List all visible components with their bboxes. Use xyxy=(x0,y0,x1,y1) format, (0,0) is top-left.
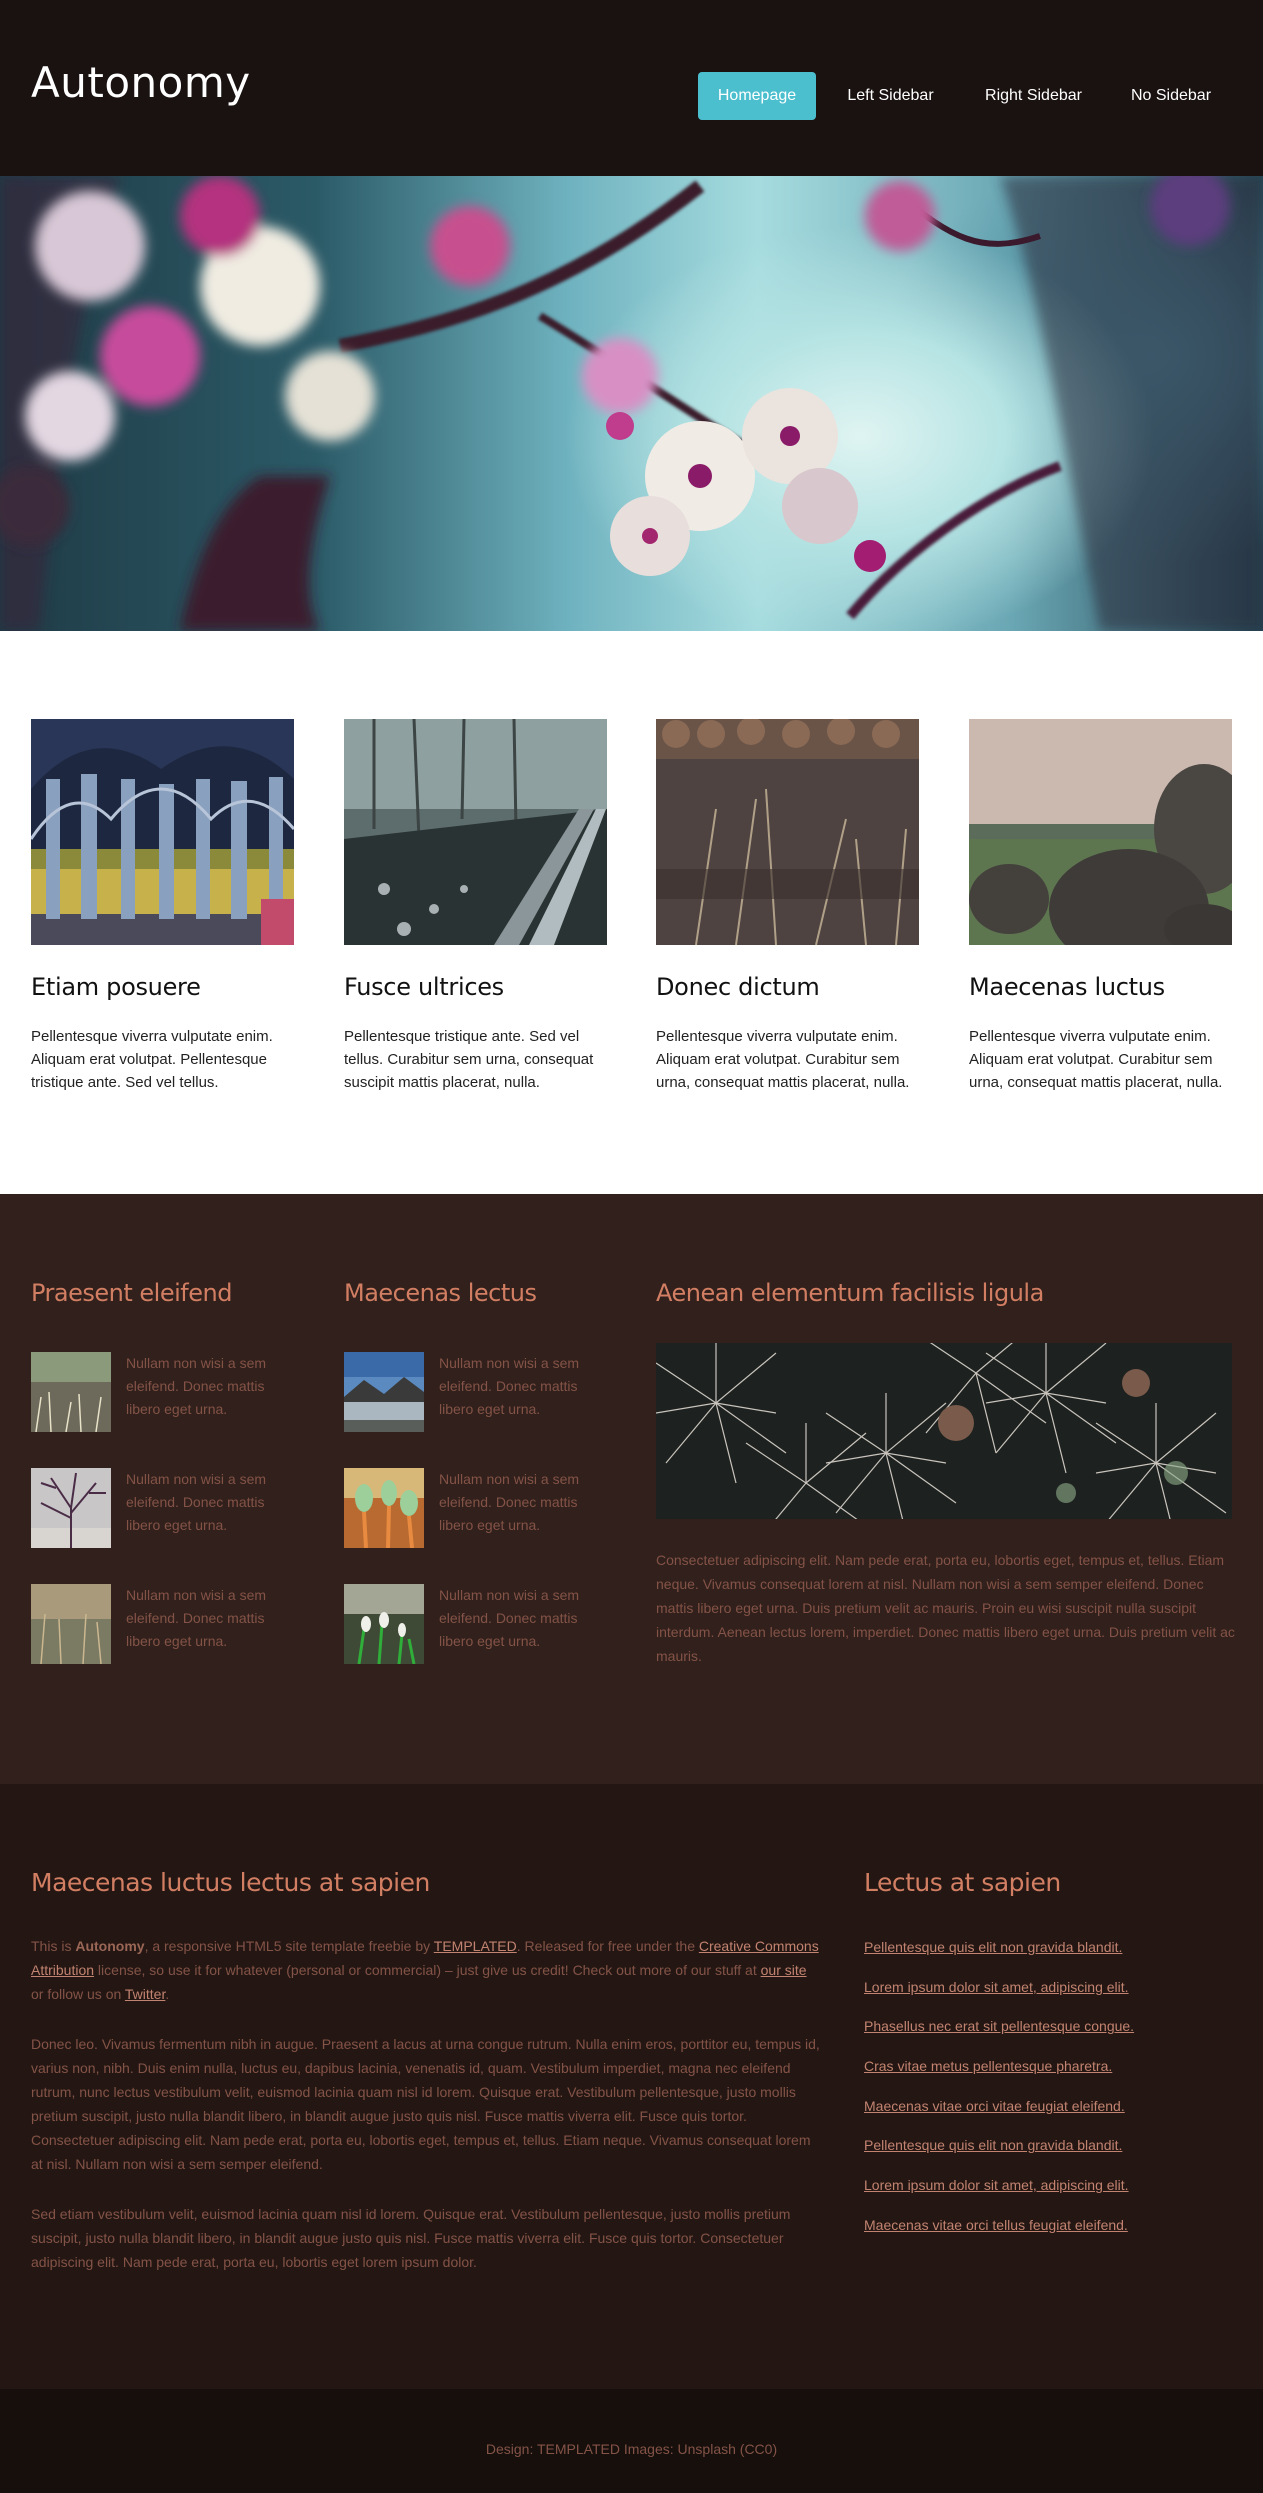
mid-section: Praesent eleifend Nullam non wisi a sem … xyxy=(0,1194,1263,1784)
nav-item-no-sidebar[interactable]: No Sidebar xyxy=(1112,72,1230,120)
column-title: Maecenas lectus xyxy=(344,1279,537,1307)
list-item: Nullam non wisi a sem eleifend. Donec ma… xyxy=(344,1352,604,1432)
snowdrops-thumbnail[interactable] xyxy=(344,1584,424,1664)
templated-link[interactable]: TEMPLATED xyxy=(434,1938,517,1954)
nav-item-homepage[interactable]: Homepage xyxy=(698,72,816,120)
list-item: Nullam non wisi a sem eleifend. Donec ma… xyxy=(31,1352,291,1432)
list-item-text: Nullam non wisi a sem eleifend. Donec ma… xyxy=(126,1471,267,1533)
feature-text: Pellentesque tristique ante. Sed vel tel… xyxy=(344,1028,594,1091)
list-link[interactable]: Pellentesque quis elit non gravida bland… xyxy=(864,2137,1122,2153)
list-link[interactable]: Cras vitae metus pellentesque pharetra. xyxy=(864,2058,1112,2074)
intro-paragraph: This is Autonomy, a responsive HTML5 sit… xyxy=(31,1938,819,2002)
list-item: Nullam non wisi a sem eleifend. Donec ma… xyxy=(344,1584,604,1664)
feature-text: Pellentesque viverra vulputate enim. Ali… xyxy=(31,1028,273,1091)
list-link[interactable]: Pellentesque quis elit non gravida bland… xyxy=(864,1939,1122,1955)
list-item: Lorem ipsum dolor sit amet, adipiscing e… xyxy=(864,1979,1244,2019)
feature-title: Etiam posuere xyxy=(31,973,201,1001)
feature-text: Pellentesque viverra vulputate enim. Ali… xyxy=(969,1028,1223,1091)
site-logo[interactable]: Autonomy xyxy=(31,58,251,107)
feature-text: Pellentesque viverra vulputate enim. Ali… xyxy=(656,1028,910,1091)
lake-thumbnail[interactable] xyxy=(344,1352,424,1432)
footer-credits: Design: TEMPLATED Images: Unsplash (CC0) xyxy=(485,2441,778,2457)
list-item: Nullam non wisi a sem eleifend. Donec ma… xyxy=(31,1468,291,1548)
list-item: Cras vitae metus pellentesque pharetra. xyxy=(864,2058,1244,2098)
list-item: Pellentesque quis elit non gravida bland… xyxy=(864,2137,1244,2177)
list-item-text: Nullam non wisi a sem eleifend. Donec ma… xyxy=(126,1355,267,1417)
links-list: Pellentesque quis elit non gravida bland… xyxy=(864,1939,1244,2257)
column-title: Maecenas luctus lectus at sapien xyxy=(31,1868,430,1897)
tulips-thumbnail[interactable] xyxy=(344,1468,424,1548)
feature-title: Fusce ultrices xyxy=(344,973,504,1001)
feature-card: Fusce ultrices Pellentesque tristique an… xyxy=(344,719,607,1094)
list-link[interactable]: Phasellus nec erat sit pellentesque cong… xyxy=(864,2018,1134,2034)
list-item: Maecenas vitae orci vitae feugiat eleife… xyxy=(864,2098,1244,2138)
nav-item-left-sidebar[interactable]: Left Sidebar xyxy=(827,72,954,120)
feature-card: Etiam posuere Pellentesque viverra vulpu… xyxy=(31,719,294,1094)
column-title: Praesent eleifend xyxy=(31,1279,232,1307)
railway-thumbnail[interactable] xyxy=(344,719,607,945)
feature-card: Maecenas luctus Pellentesque viverra vul… xyxy=(969,719,1232,1094)
list-link[interactable]: Lorem ipsum dolor sit amet, adipiscing e… xyxy=(864,2177,1129,2193)
feature-title: Maecenas luctus xyxy=(969,973,1165,1001)
blossom-photo xyxy=(0,176,1263,631)
body-paragraph: Donec leo. Vivamus fermentum nibh in aug… xyxy=(31,2036,820,2172)
list-link[interactable]: Maecenas vitae orci tellus feugiat eleif… xyxy=(864,2217,1128,2233)
twitter-link[interactable]: Twitter xyxy=(125,1986,165,2002)
list-item: Maecenas vitae orci tellus feugiat eleif… xyxy=(864,2217,1244,2257)
list-item-text: Nullam non wisi a sem eleifend. Donec ma… xyxy=(126,1587,267,1649)
woodpile-thumbnail[interactable] xyxy=(656,719,919,945)
nav-item-right-sidebar[interactable]: Right Sidebar xyxy=(966,72,1101,120)
list-item: Lorem ipsum dolor sit amet, adipiscing e… xyxy=(864,2177,1244,2217)
list-link[interactable]: Lorem ipsum dolor sit amet, adipiscing e… xyxy=(864,1979,1129,1995)
list-item: Pellentesque quis elit non gravida bland… xyxy=(864,1939,1244,1979)
trees-thumbnail[interactable] xyxy=(31,719,294,945)
meadow-thumbnail[interactable] xyxy=(31,1584,111,1664)
brand-name: Autonomy xyxy=(75,1938,145,1954)
list-item-text: Nullam non wisi a sem eleifend. Donec ma… xyxy=(439,1587,580,1649)
grass-thumbnail[interactable] xyxy=(31,1352,111,1432)
stones-thumbnail[interactable] xyxy=(969,719,1232,945)
site-footer: Design: TEMPLATED Images: Unsplash (CC0) xyxy=(0,2389,1263,2493)
list-link[interactable]: Maecenas vitae orci vitae feugiat eleife… xyxy=(864,2098,1125,2114)
feature-card: Donec dictum Pellentesque viverra vulput… xyxy=(656,719,919,1094)
column-title: Aenean elementum facilisis ligula xyxy=(656,1279,1044,1307)
dandelion-image[interactable] xyxy=(656,1343,1232,1519)
list-item: Nullam non wisi a sem eleifend. Donec ma… xyxy=(31,1584,291,1664)
list-item: Nullam non wisi a sem eleifend. Donec ma… xyxy=(344,1468,604,1548)
site-header: Autonomy Homepage Left Sidebar Right Sid… xyxy=(0,0,1263,176)
list-item-text: Nullam non wisi a sem eleifend. Donec ma… xyxy=(439,1471,580,1533)
column-text: Consectetuer adipiscing elit. Nam pede e… xyxy=(656,1552,1235,1664)
hero-banner-image xyxy=(0,176,1263,631)
our-site-link[interactable]: our site xyxy=(761,1962,807,1978)
list-item-text: Nullam non wisi a sem eleifend. Donec ma… xyxy=(439,1355,580,1417)
lower-section: Maecenas luctus lectus at sapien This is… xyxy=(0,1784,1263,2389)
features-section: Etiam posuere Pellentesque viverra vulpu… xyxy=(0,631,1263,1194)
body-paragraph: Sed etiam vestibulum velit, euismod laci… xyxy=(31,2206,791,2270)
bare-tree-thumbnail[interactable] xyxy=(31,1468,111,1548)
feature-title: Donec dictum xyxy=(656,973,820,1001)
column-title: Lectus at sapien xyxy=(864,1868,1061,1897)
list-item: Phasellus nec erat sit pellentesque cong… xyxy=(864,2018,1244,2058)
